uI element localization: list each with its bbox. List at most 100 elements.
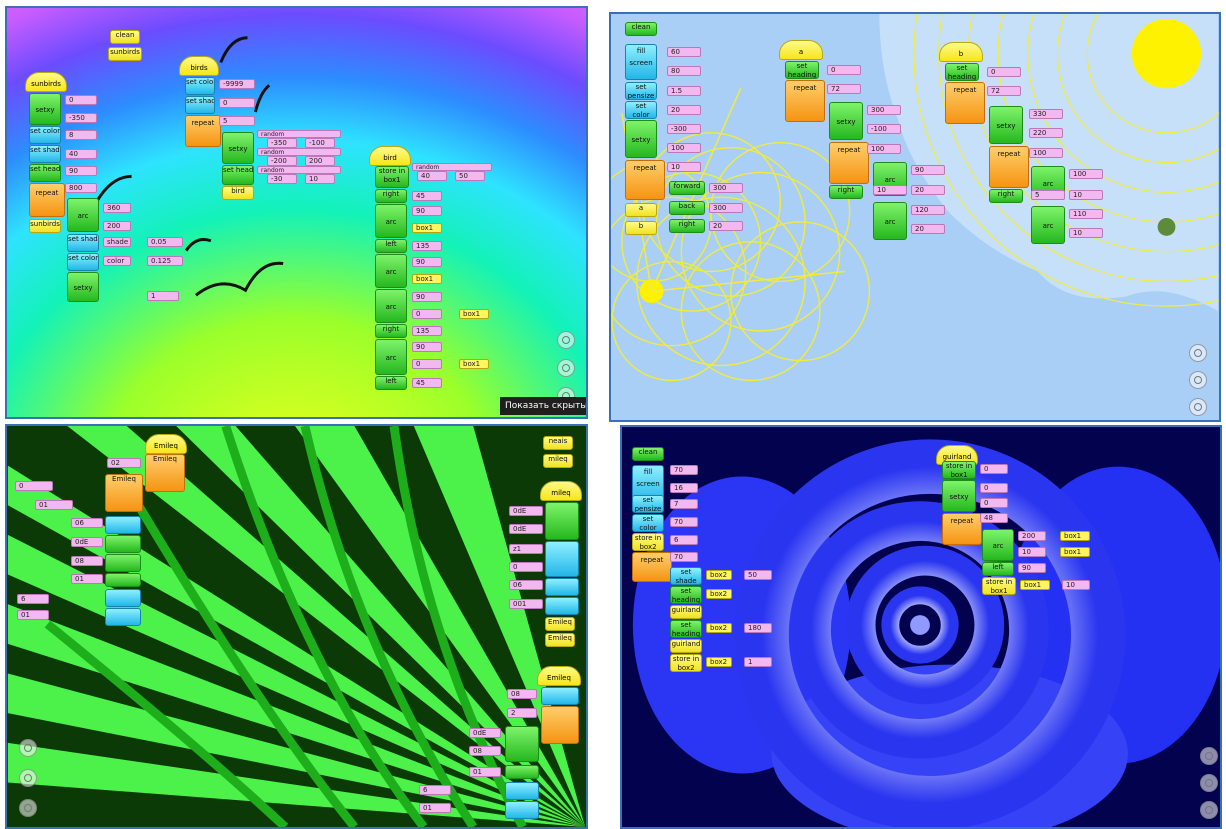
value-10-b[interactable]: 10	[1069, 190, 1103, 200]
zoom-reset-icon[interactable]	[19, 769, 37, 787]
back-block[interactable]: back	[669, 201, 705, 215]
arc-block-b2[interactable]: arc	[1031, 206, 1065, 244]
arc-block-bird-1[interactable]: arc	[375, 204, 407, 238]
hat-b[interactable]: b	[939, 42, 983, 62]
set-heading-block-b[interactable]: set heading	[945, 63, 979, 81]
value-70-c[interactable]: 70	[670, 552, 698, 562]
store-box1-block[interactable]: store in box1	[942, 461, 976, 479]
value-800[interactable]: 800	[65, 183, 97, 193]
neais-block[interactable]: neais	[543, 436, 573, 450]
value-0de-r2[interactable]: 0dE	[509, 524, 543, 534]
sunbirds-inner-call[interactable]: sunbirds	[29, 219, 61, 233]
value-0de-b1[interactable]: 0dE	[469, 728, 501, 738]
hat-a[interactable]: a	[779, 40, 823, 60]
value-01b[interactable]: 01	[71, 574, 103, 584]
zoom-reset-icon[interactable]	[557, 359, 575, 377]
left-block[interactable]: left	[375, 239, 407, 253]
block-c3[interactable]	[105, 608, 141, 626]
value-10[interactable]: 10	[667, 162, 701, 172]
value-70-b[interactable]: 70	[670, 517, 698, 527]
value-110[interactable]: 110	[1069, 209, 1103, 219]
set-color-block-3[interactable]: set color	[185, 77, 215, 95]
box2-reporter-4[interactable]: box2	[706, 657, 732, 667]
color-reporter[interactable]: color	[103, 256, 131, 266]
value-100-b2[interactable]: 100	[1069, 169, 1103, 179]
value-0[interactable]: 0	[15, 481, 53, 491]
repeat-block-a[interactable]: repeat	[785, 80, 825, 122]
value-300-b[interactable]: 300	[709, 203, 743, 213]
value-0125[interactable]: 0.125	[147, 256, 183, 266]
box2-reporter-3[interactable]: box2	[706, 623, 732, 633]
box2-reporter-2[interactable]: box2	[706, 589, 732, 599]
left-block-2[interactable]: left	[375, 376, 407, 390]
repeat-block-3[interactable]	[541, 706, 579, 744]
repeat-block-b2[interactable]: repeat	[989, 146, 1029, 188]
block-c5[interactable]	[545, 578, 579, 596]
value-100-a[interactable]: 100	[867, 144, 901, 154]
guirland-call-1[interactable]: guirland	[670, 605, 702, 619]
block-c1[interactable]	[105, 516, 141, 534]
right-block[interactable]: right	[669, 219, 705, 233]
set-heading-block-2[interactable]: set heading	[670, 620, 702, 638]
repeat-block-a2[interactable]: repeat	[829, 142, 869, 184]
box1-reporter-4[interactable]: box1	[459, 359, 489, 369]
value-7[interactable]: 7	[670, 499, 698, 509]
value-45[interactable]: 45	[412, 191, 442, 201]
value-20[interactable]: 20	[667, 105, 701, 115]
set-shade-block-2[interactable]: set shade	[67, 234, 99, 252]
block-c8[interactable]	[505, 782, 539, 800]
zoom-in-icon[interactable]	[1189, 344, 1207, 362]
store-box1-block-2[interactable]: store in box1	[982, 577, 1016, 595]
value-06-r[interactable]: 06	[509, 580, 543, 590]
arc-block-bird-4[interactable]: arc	[375, 339, 407, 375]
arc-block[interactable]: arc	[982, 529, 1014, 561]
value-6-b[interactable]: 6	[419, 785, 451, 795]
value-6[interactable]: 6	[17, 594, 49, 604]
value-m200-rnd[interactable]: -200	[267, 156, 297, 166]
value-0-shade[interactable]: 0	[219, 98, 255, 108]
value-9[interactable]: 08	[507, 689, 537, 699]
value-48[interactable]: 48	[980, 513, 1008, 523]
value-0-c[interactable]: 0	[980, 498, 1008, 508]
block-c9[interactable]	[505, 801, 539, 819]
repeat-block[interactable]: repeat	[29, 183, 65, 217]
value-0-arc3[interactable]: 0	[412, 309, 442, 319]
value-50-rnd[interactable]: 50	[455, 171, 485, 181]
shade-reporter[interactable]: shade	[103, 237, 131, 247]
repeat-block[interactable]: repeat	[632, 552, 672, 582]
value-1-5[interactable]: 1.5	[667, 86, 701, 96]
hat-birds[interactable]: birds	[179, 56, 219, 76]
value-0[interactable]: 0	[65, 95, 97, 105]
value-005[interactable]: 0.05	[147, 237, 183, 247]
hat-bird[interactable]: bird	[369, 146, 411, 166]
value-20-a[interactable]: 20	[911, 185, 945, 195]
value-200[interactable]: 200	[1018, 531, 1046, 541]
value-90[interactable]: 90	[1018, 563, 1046, 573]
arc-block-bird-2[interactable]: arc	[375, 254, 407, 288]
value-m300[interactable]: -300	[667, 124, 701, 134]
value-0-arc4[interactable]: 0	[412, 359, 442, 369]
value-6[interactable]: 6	[670, 535, 698, 545]
value-0-b[interactable]: 0	[987, 67, 1021, 77]
right-block[interactable]: right	[375, 189, 407, 203]
block-c2[interactable]	[105, 589, 141, 607]
repeat-block-birds[interactable]: repeat	[185, 115, 221, 147]
fill-screen-block[interactable]: fill screen	[625, 44, 657, 80]
value-90[interactable]: 90	[65, 166, 97, 176]
setxy-block-b[interactable]: setxy	[989, 106, 1023, 144]
store-box2-block-2[interactable]: store in box2	[670, 654, 702, 672]
set-heading-block-birds[interactable]: set heading	[222, 165, 254, 185]
arc-block[interactable]: arc	[67, 198, 99, 232]
set-shade-block-3[interactable]: set shade	[185, 96, 215, 114]
value-0de-r1[interactable]: 0dE	[509, 506, 543, 516]
box1-reporter-1[interactable]: box1	[412, 223, 442, 233]
value-5[interactable]: 5	[219, 116, 255, 126]
value-1[interactable]: 1	[744, 657, 772, 667]
setxy-block[interactable]: setxy	[942, 480, 976, 512]
value-m100[interactable]: -100	[867, 124, 901, 134]
clean-block[interactable]: clean	[110, 30, 140, 44]
value-16[interactable]: 16	[670, 483, 698, 493]
value-40[interactable]: 40	[65, 149, 97, 159]
block-c6[interactable]	[545, 597, 579, 615]
value-001[interactable]: 001	[509, 599, 543, 609]
